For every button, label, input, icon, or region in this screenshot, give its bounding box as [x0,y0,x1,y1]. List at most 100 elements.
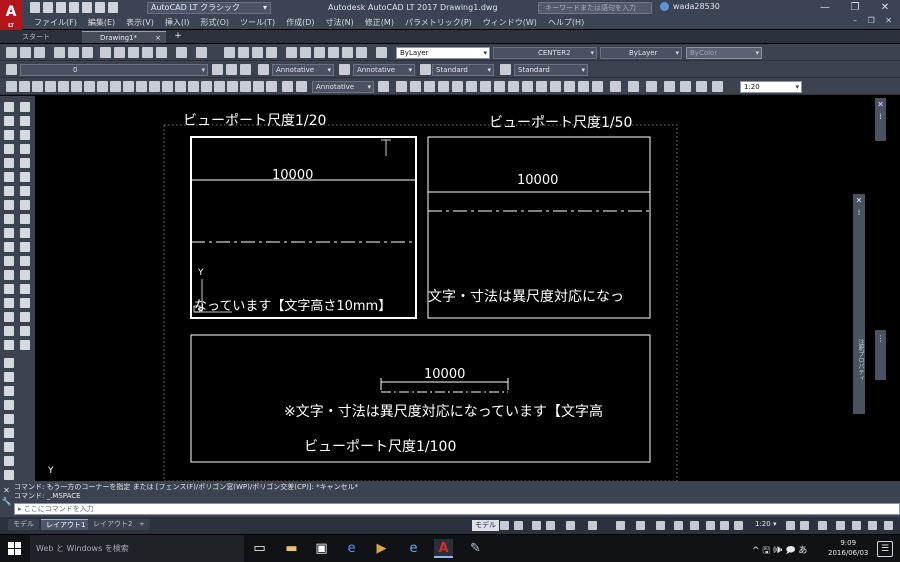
menu-format[interactable]: 形式(O) [200,17,229,28]
rotate-icon[interactable] [20,186,30,196]
clean-screen-icon[interactable] [868,521,877,530]
properties-icon[interactable] [286,47,297,58]
collapsed-palette-top[interactable]: ✕ ⁞ [875,98,886,141]
mleader-icon[interactable] [282,81,293,92]
add-layout-button[interactable]: + [134,519,150,530]
polygon-icon[interactable] [4,144,14,154]
zoom-realtime-icon[interactable] [238,47,249,58]
paint-icon[interactable]: ✎ [466,539,485,558]
tab-start[interactable]: スタート [4,31,80,43]
internet-explorer-icon[interactable]: e [404,539,423,558]
open-icon[interactable] [43,2,53,13]
cut-icon[interactable] [100,47,111,58]
redo-icon[interactable] [108,2,118,13]
markup-icon[interactable] [342,47,353,58]
block-editor-icon[interactable] [156,47,167,58]
autocad-taskbar-icon[interactable]: A [434,539,453,558]
menu-help[interactable]: ヘルプ(H) [548,17,584,28]
mtext-icon[interactable] [4,358,14,368]
viewports-dialog-icon[interactable] [646,81,657,92]
radius-dim-icon[interactable] [58,81,69,92]
tab-layout1[interactable]: レイアウト1 [41,519,91,530]
store-icon[interactable]: ▣ [312,539,331,558]
task-view-icon[interactable]: ▭ [250,539,269,558]
baseline-dim-icon[interactable] [123,81,134,92]
redo-icon[interactable] [196,47,207,58]
viewport-scale-status[interactable]: 1:20 ▾ [755,520,776,528]
join-icon[interactable] [20,284,30,294]
aligned-dim-icon[interactable] [19,81,30,92]
osnap-parallel-icon[interactable] [536,81,547,92]
rectangle-icon[interactable] [4,158,14,168]
plotstyle-dropdown[interactable]: ByColor [686,47,762,59]
auto-scale-icon[interactable] [720,521,729,530]
mleader-align-icon[interactable] [378,81,389,92]
osnap-endpoint-icon[interactable] [410,81,421,92]
dim-text-edit-icon[interactable] [240,81,251,92]
undo-icon[interactable] [95,2,105,13]
publish-icon[interactable] [82,47,93,58]
point-icon[interactable] [4,284,14,294]
osnap-tangent-icon[interactable] [508,81,519,92]
hatch-icon[interactable] [4,298,14,308]
osnap-apparent-icon[interactable] [452,81,463,92]
viewport-clip-icon[interactable] [628,81,639,92]
jogged-dim-icon[interactable] [71,81,82,92]
trim-icon[interactable] [20,228,30,238]
osnap-settings-icon[interactable] [610,81,621,92]
construction-line-icon[interactable] [4,116,14,126]
viewport-scale-dropdown[interactable]: 1:20 [740,81,802,93]
ellipse-arc-icon[interactable] [4,242,14,252]
menu-draw[interactable]: 作成(D) [286,17,314,28]
dim-style-dropdown[interactable]: Annotative [353,64,415,76]
mleader-annotative-dropdown[interactable]: Annotative [312,81,374,93]
add-icon[interactable] [818,521,827,530]
dim-style-icon[interactable] [339,64,350,75]
spline-icon[interactable] [4,214,14,224]
help-icon[interactable] [376,47,387,58]
mirror-icon[interactable] [20,130,30,140]
sheet-set-icon[interactable] [328,47,339,58]
tolerance-icon[interactable] [175,81,186,92]
osnap-insert-icon[interactable] [564,81,575,92]
viewport-scale-icon[interactable] [712,81,723,92]
layer-state-icon[interactable] [240,64,251,75]
tab-model[interactable]: モデル [8,519,39,530]
layer-previous-icon[interactable] [226,64,237,75]
file-explorer-icon[interactable]: ▬ [282,539,301,558]
tab-layout2[interactable]: レイアウト2 [88,519,138,530]
match-properties-icon[interactable] [142,47,153,58]
text-edit-icon[interactable] [4,470,14,480]
osnap-perpendicular-icon[interactable] [522,81,533,92]
menu-file[interactable]: ファイル(F) [34,17,77,28]
hardware-acceleration-icon[interactable] [852,521,861,530]
menu-insert[interactable]: 挿入(I) [165,17,190,28]
explode-icon[interactable] [20,326,30,336]
paste-icon[interactable] [128,47,139,58]
revision-cloud-icon[interactable] [4,200,14,210]
copy-object-icon[interactable] [20,116,30,126]
close-button[interactable]: ✕ [870,0,900,16]
action-center-icon[interactable]: ☰ [877,541,893,557]
print-icon[interactable] [54,47,65,58]
open-icon[interactable] [20,47,31,58]
dim-space-icon[interactable] [149,81,160,92]
command-customize-icon[interactable]: 🔧 [1,496,12,507]
user-signin[interactable]: wada28530 [660,2,720,11]
command-close-icon[interactable]: ✕ [1,485,12,496]
arc-length-icon[interactable] [32,81,43,92]
diameter-dim-icon[interactable] [84,81,95,92]
menu-tools[interactable]: ツール(T) [240,17,275,28]
isodraft-icon[interactable] [566,521,575,530]
osnap-nearest-icon[interactable] [578,81,589,92]
break-at-point-icon[interactable] [20,256,30,266]
design-center-icon[interactable] [300,47,311,58]
region-icon[interactable] [4,326,14,336]
layer-dropdown[interactable]: 0 [20,64,208,76]
text-icon[interactable] [20,340,30,350]
continue-dim-icon[interactable] [136,81,147,92]
pan-icon[interactable] [224,47,235,58]
menu-view[interactable]: 表示(V) [126,17,154,28]
osnap-toggle-icon[interactable] [616,521,625,530]
dim-edit-icon[interactable] [227,81,238,92]
